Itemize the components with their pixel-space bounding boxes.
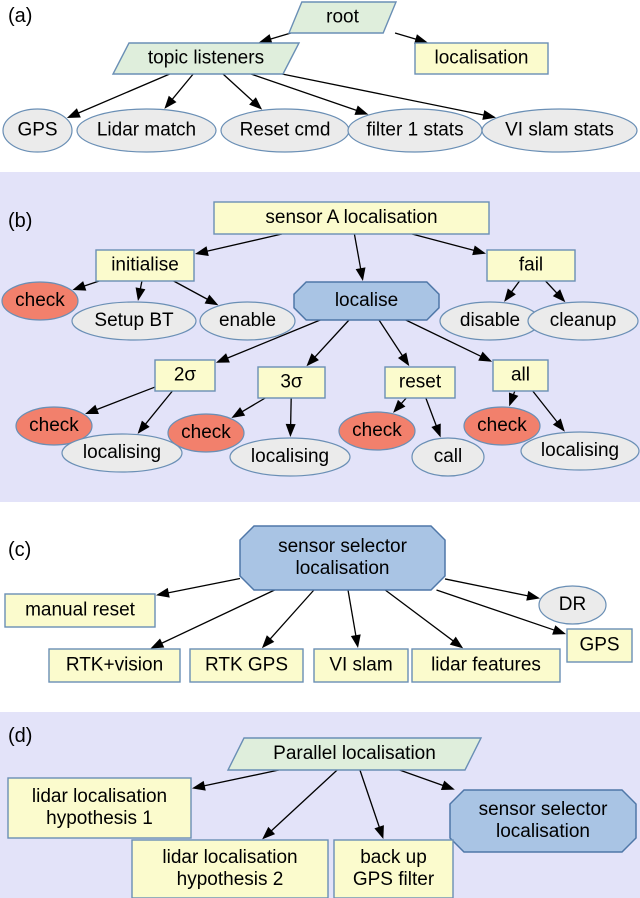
node-label: call [434, 446, 463, 467]
node-b-enable[interactable]: enable [199, 301, 296, 341]
node-a-reset[interactable]: Reset cmd [220, 108, 350, 153]
node-label: initialise [111, 255, 179, 276]
node-label: localising [541, 440, 619, 461]
node-label: Parallel localisation [273, 743, 436, 764]
node-label: disable [460, 310, 520, 331]
node-a-root[interactable]: root [287, 1, 398, 34]
node-c-selector[interactable]: sensor selector localisation [239, 525, 446, 591]
node-b-check3[interactable]: check [167, 413, 245, 453]
node-a-filter[interactable]: filter 1 stats [347, 108, 483, 153]
node-label: lidar localisation hypothesis 2 [162, 847, 297, 890]
node-c-lidarfeat[interactable]: lidar features [411, 648, 561, 683]
node-b-3sigma[interactable]: 3σ [257, 366, 326, 399]
node-label: check [181, 422, 231, 443]
node-d-hyp1[interactable]: lidar localisation hypothesis 1 [7, 777, 192, 839]
node-label: 3σ [280, 372, 303, 393]
node-c-rtkgps[interactable]: RTK GPS [189, 648, 304, 683]
node-b-loc3[interactable]: localising [520, 431, 640, 471]
node-c-manual[interactable]: manual reset [4, 593, 156, 628]
node-label: manual reset [25, 600, 136, 621]
node-b-cleanup[interactable]: cleanup [527, 301, 639, 341]
node-a-lidar[interactable]: Lidar match [76, 108, 217, 153]
node-label: check [352, 420, 402, 441]
multi-panel-behaviour-tree-figure: root topic listeners localisation GPS Lidar … [0, 0, 640, 898]
node-b-loc2[interactable]: localising [229, 437, 351, 477]
node-b-all[interactable]: all [492, 359, 549, 392]
node-b-fail[interactable]: fail [486, 249, 576, 282]
node-label: Lidar match [97, 120, 196, 141]
node-label: localise [335, 290, 398, 311]
panel-label-c: (c) [8, 539, 31, 561]
node-b-call[interactable]: call [411, 437, 485, 477]
node-label: lidar features [431, 655, 541, 676]
node-label: fail [519, 255, 543, 276]
node-b-check1[interactable]: check [1, 281, 79, 321]
node-b-check5[interactable]: check [463, 406, 541, 446]
node-label: localising [83, 442, 161, 463]
node-label: reset [399, 372, 442, 393]
node-label: sensor selector localisation [479, 799, 609, 842]
node-c-vislam[interactable]: VI slam [313, 648, 409, 683]
node-c-rtkvision[interactable]: RTK+vision [48, 648, 181, 683]
node-b-localise[interactable]: localise [293, 281, 440, 321]
node-label: localisation [435, 48, 529, 69]
node-label: GPS [17, 120, 57, 141]
node-label: 2σ [174, 365, 197, 386]
node-d-selector[interactable]: sensor selector localisation [449, 789, 637, 853]
node-label: VI slam [329, 655, 392, 676]
node-c-dr[interactable]: DR [538, 585, 607, 625]
node-label: RTK+vision [66, 655, 163, 676]
node-label: cleanup [550, 310, 617, 331]
node-label: check [29, 415, 79, 436]
node-label: check [15, 290, 65, 311]
node-label: localising [251, 446, 329, 467]
figure-canvas: root topic listeners localisation GPS Lidar … [0, 0, 640, 898]
node-label: enable [219, 310, 276, 331]
node-label: sensor A localisation [265, 207, 437, 228]
node-b-reset[interactable]: reset [384, 366, 456, 399]
edge-b-3sigma-to-b-loc2 [289, 397, 292, 427]
panel-label-a: (a) [8, 5, 32, 27]
node-d-backup[interactable]: back up GPS filter [333, 839, 454, 898]
node-label: lidar localisation hypothesis 1 [32, 786, 167, 829]
panel-label-d: (d) [8, 725, 32, 747]
node-label: back up GPS filter [353, 847, 435, 890]
node-d-hyp2[interactable]: lidar localisation hypothesis 2 [131, 839, 329, 898]
node-label: root [326, 7, 359, 28]
panel-label-b: (b) [8, 210, 32, 232]
node-label: DR [559, 594, 586, 615]
node-label: all [511, 365, 530, 386]
node-a-vi[interactable]: VI slam stats [481, 108, 638, 153]
node-label: Reset cmd [240, 120, 331, 141]
node-label: check [477, 415, 527, 436]
node-b-setupbt[interactable]: Setup BT [71, 301, 197, 341]
node-a-gps[interactable]: GPS [2, 108, 73, 153]
node-label: Setup BT [94, 310, 174, 331]
node-label: sensor selector localisation [278, 536, 408, 579]
node-b-sensorA[interactable]: sensor A localisation [213, 201, 490, 235]
node-a-topic[interactable]: topic listeners [111, 42, 301, 75]
node-d-parallel[interactable]: Parallel localisation [226, 737, 483, 771]
node-label: VI slam stats [505, 120, 614, 141]
node-b-disable[interactable]: disable [439, 301, 541, 341]
node-label: topic listeners [148, 48, 264, 69]
node-c-gps[interactable]: GPS [566, 628, 633, 663]
node-label: RTK GPS [205, 655, 288, 676]
node-label: filter 1 stats [366, 120, 463, 141]
node-a-localisation[interactable]: localisation [414, 42, 549, 75]
node-b-2sigma[interactable]: 2σ [154, 359, 216, 392]
node-b-loc1[interactable]: localising [61, 433, 183, 473]
node-b-init[interactable]: initialise [95, 249, 195, 282]
node-b-check4[interactable]: check [338, 411, 416, 451]
node-label: GPS [579, 635, 619, 656]
